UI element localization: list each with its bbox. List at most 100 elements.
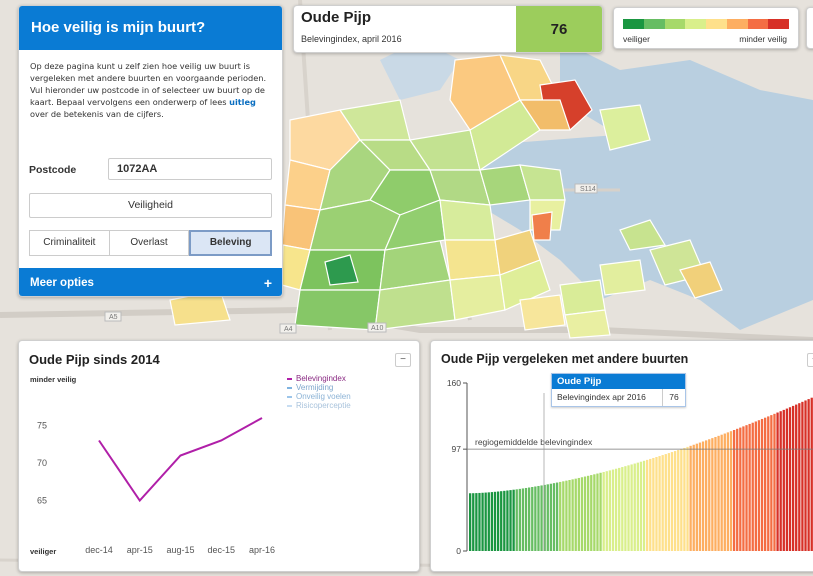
neighbourhood-bar <box>751 422 754 551</box>
area-name: Oude Pijp <box>301 9 372 26</box>
topic-tabs: Criminaliteit Overlast Beleving <box>29 230 273 256</box>
neighbourhood-bar <box>528 487 531 551</box>
x-tick-label: dec-15 <box>207 545 235 555</box>
y-tick-label: 70 <box>37 458 47 468</box>
neighbourhood-bar <box>779 411 782 551</box>
neighbourhood-bar <box>726 432 730 551</box>
neighbourhood-bar <box>801 401 804 551</box>
x-tick-label: aug-15 <box>166 545 194 555</box>
neighbourhood-bar <box>655 457 658 551</box>
area-info-box: Oude Pijp Belevingindex, april 2016 76 <box>293 5 603 53</box>
legend-item-vermijding[interactable]: Vermijding <box>287 383 351 392</box>
panel-edge <box>806 7 813 49</box>
legend-item-belevingindex[interactable]: Belevingindex <box>287 374 351 383</box>
neighbourhood-bar <box>577 477 580 551</box>
neighbourhood-bar <box>782 409 785 551</box>
neighbourhood-bar <box>469 493 472 551</box>
neighbourhood-bar <box>633 463 636 551</box>
tooltip-row: Belevingindex apr 2016 76 <box>552 389 685 406</box>
more-options-button[interactable]: Meer opties + <box>19 268 282 296</box>
neighbourhood-bar <box>562 481 565 551</box>
neighbourhood-bar <box>490 492 494 551</box>
y-tick-label: 0 <box>456 546 461 556</box>
neighbourhood-bar <box>518 488 521 551</box>
neighbourhood-bar <box>754 421 757 551</box>
neighbourhood-bar <box>472 493 475 551</box>
neighbourhood-bar <box>509 490 512 551</box>
legend-color-scale <box>623 19 789 29</box>
neighbourhood-bar <box>574 478 577 551</box>
neighbourhood-bar <box>798 403 801 551</box>
neighbourhood-bar <box>695 443 698 551</box>
comparison-chart-panel: Oude Pijp vergeleken met andere buurten … <box>430 340 813 572</box>
legend-swatch <box>685 19 706 29</box>
tab-criminaliteit[interactable]: Criminaliteit <box>29 230 110 256</box>
neighbourhood-bar <box>804 400 807 551</box>
legend-safer-label: veiliger <box>623 34 650 44</box>
neighbourhood-bar <box>475 493 478 551</box>
neighbourhood-bar <box>621 467 624 551</box>
legend-less-safe-label: minder veilig <box>739 34 787 44</box>
neighbourhood-bar <box>611 469 615 551</box>
legend-swatch <box>643 19 665 29</box>
y-tick-label: 97 <box>452 444 462 454</box>
tooltip: Oude Pijp Belevingindex apr 2016 76 <box>551 373 686 407</box>
neighbourhood-bar <box>807 399 810 551</box>
legend-item-onveilig-voelen[interactable]: Onveilig voelen <box>287 392 351 401</box>
neighbourhood-bar <box>683 447 686 551</box>
neighbourhood-bar <box>661 455 664 551</box>
neighbourhood-bar <box>776 412 779 551</box>
trend-chart: 65 70 75 dec-14 apr-15 aug-15 dec-15 apr-16 <box>37 417 275 555</box>
tooltip-label: Belevingindex apr 2016 <box>552 389 663 406</box>
neighbourhood-bar <box>711 438 714 551</box>
intro-text: Op deze pagina kunt u zelf zien hoe veil… <box>30 61 267 119</box>
neighbourhood-bar <box>608 470 612 551</box>
legend-item-risicoperceptie[interactable]: Risicoperceptie <box>287 401 351 410</box>
more-options-label: Meer opties <box>30 277 94 289</box>
postcode-label: Postcode <box>29 164 77 176</box>
neighbourhood-bar <box>646 459 649 551</box>
neighbourhood-bar <box>524 487 528 551</box>
theme-dropdown[interactable]: Veiligheid <box>29 193 272 218</box>
neighbourhood-bar <box>599 472 602 551</box>
postcode-input[interactable] <box>108 158 272 180</box>
x-tick-label: apr-15 <box>127 545 153 555</box>
neighbourhood-bar <box>552 483 556 551</box>
neighbourhood-bar <box>500 491 503 551</box>
neighbourhood-bar <box>770 415 773 551</box>
legend-swatch <box>664 19 686 29</box>
neighbourhood-bar <box>605 471 608 551</box>
neighbourhood-bar <box>478 492 481 551</box>
neighbourhood-bar <box>618 467 621 551</box>
y-tick-label: 160 <box>447 378 461 388</box>
tab-overlast[interactable]: Overlast <box>109 230 190 256</box>
neighbourhood-bar <box>559 481 562 551</box>
neighbourhood-bar <box>705 440 708 551</box>
panel-title: Hoe veilig is mijn buurt? <box>19 6 282 50</box>
neighbourhood-bar <box>583 476 587 551</box>
neighbourhood-bar <box>658 456 661 551</box>
neighbourhood-bar <box>636 462 639 551</box>
neighbourhood-bar <box>614 468 618 551</box>
tab-beleving[interactable]: Beleving <box>189 230 273 256</box>
neighbourhood-bar <box>537 485 540 551</box>
neighbourhood-bar <box>664 454 667 551</box>
neighbourhood-bar <box>596 473 599 551</box>
neighbourhood-bar <box>791 405 795 551</box>
neighbourhood-bar <box>673 451 677 551</box>
neighbourhood-bar <box>795 404 798 551</box>
neighbourhood-bar <box>745 425 748 551</box>
tooltip-title: Oude Pijp <box>552 374 685 389</box>
svg-text:A4: A4 <box>284 326 293 333</box>
belevingindex-series-line <box>98 417 263 503</box>
neighbourhood-bar <box>742 426 745 551</box>
x-tick-label: apr-16 <box>249 545 275 555</box>
neighbourhood-bar <box>736 428 739 551</box>
svg-text:A10: A10 <box>371 325 384 332</box>
neighbourhood-bar <box>680 448 683 551</box>
neighbourhood-bar <box>506 490 509 551</box>
color-legend: veiliger minder veilig <box>613 7 799 49</box>
neighbourhood-bar <box>652 457 655 551</box>
uitleg-link[interactable]: uitleg <box>229 97 256 107</box>
neighbourhood-bar <box>580 477 584 551</box>
